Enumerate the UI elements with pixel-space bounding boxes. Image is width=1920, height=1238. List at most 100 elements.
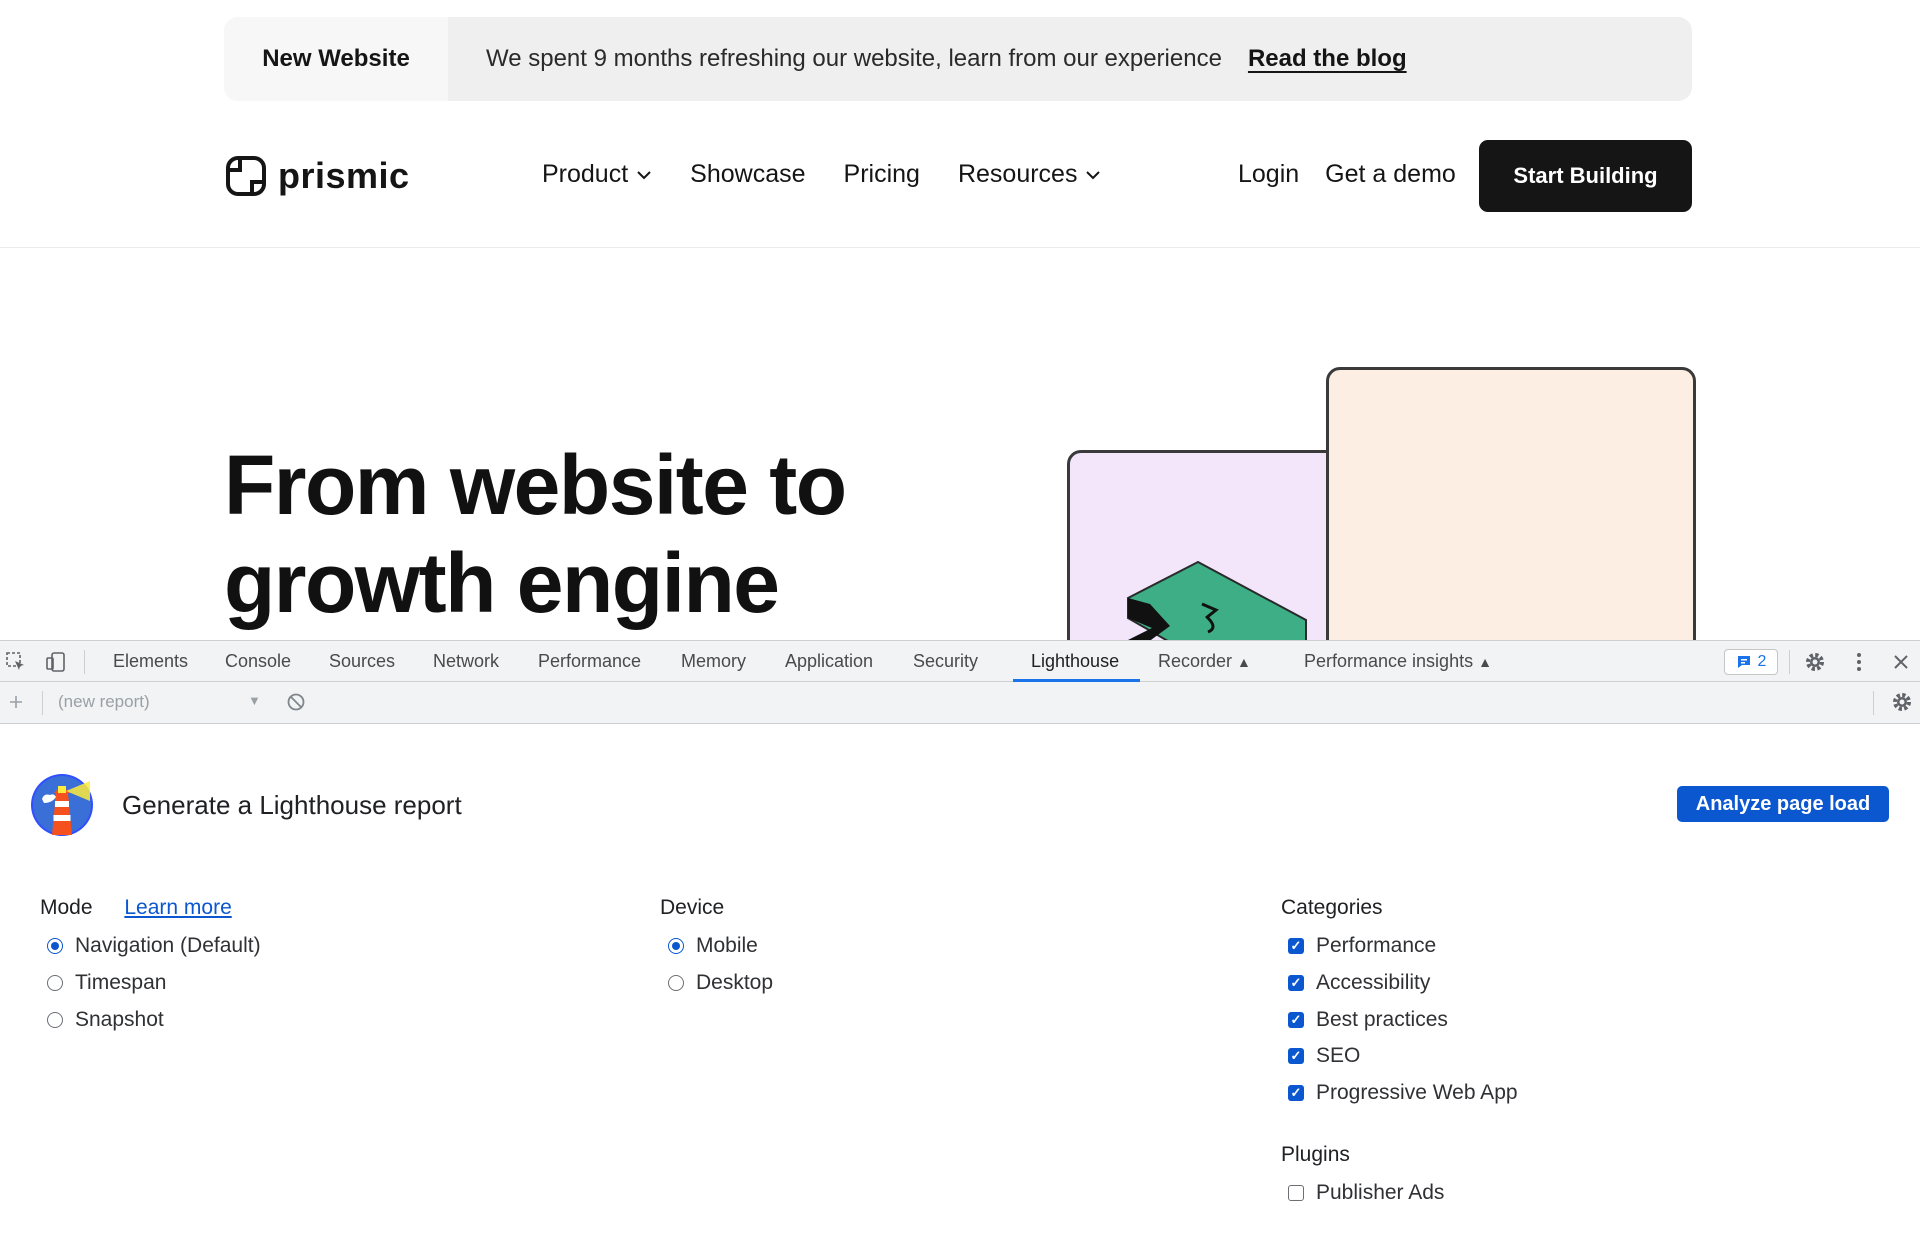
prismic-logo[interactable]: prismic [224, 154, 410, 198]
checkbox-unchecked[interactable] [1288, 1185, 1304, 1201]
hero-illustration-shape [1127, 560, 1307, 640]
mode-option-label: Snapshot [75, 1008, 164, 1031]
add-report-icon[interactable] [4, 690, 28, 714]
get-demo-link[interactable]: Get a demo [1325, 160, 1456, 189]
category-accessibility[interactable]: ✓ Accessibility [1288, 971, 1430, 995]
banner-message: We spent 9 months refreshing our website… [486, 45, 1222, 72]
lighthouse-title: Generate a Lighthouse report [122, 789, 462, 820]
analyze-page-load-button[interactable]: Analyze page load [1677, 786, 1889, 822]
tab-elements[interactable]: Elements [113, 641, 188, 681]
nav-product[interactable]: Product [542, 160, 652, 189]
category-seo[interactable]: ✓ SEO [1288, 1044, 1360, 1068]
checkbox-checked[interactable]: ✓ [1288, 975, 1304, 991]
mode-label-text: Mode [40, 896, 93, 919]
radio-unselected[interactable] [47, 1012, 63, 1028]
radio-unselected[interactable] [47, 975, 63, 991]
radio-selected[interactable] [47, 938, 63, 954]
nav-divider [0, 247, 1920, 248]
report-select[interactable]: (new report) [58, 692, 150, 712]
clear-reports-icon[interactable] [284, 690, 308, 714]
category-label: Progressive Web App [1316, 1081, 1518, 1104]
checkbox-checked[interactable]: ✓ [1288, 1085, 1304, 1101]
radio-selected[interactable] [668, 938, 684, 954]
start-building-button[interactable]: Start Building [1479, 140, 1692, 212]
tab-console[interactable]: Console [225, 641, 291, 681]
category-label: Best practices [1316, 1008, 1448, 1031]
logo-wordmark: prismic [278, 155, 410, 196]
categories-label: Categories [1281, 896, 1383, 919]
read-blog-link[interactable]: Read the blog [1248, 45, 1407, 73]
device-option-mobile[interactable]: Mobile [668, 934, 758, 958]
chevron-down-icon [637, 170, 651, 179]
lighthouse-header: Generate a Lighthouse report [30, 773, 462, 837]
nav-showcase[interactable]: Showcase [690, 160, 805, 189]
tab-recorder[interactable]: Recorder ▲ [1158, 641, 1251, 681]
tab-security[interactable]: Security [913, 641, 978, 681]
settings-gear-icon[interactable] [1803, 650, 1827, 674]
mode-option-snapshot[interactable]: Snapshot [47, 1008, 164, 1032]
lighthouse-settings-gear-icon[interactable] [1890, 690, 1914, 714]
inspect-element-icon[interactable] [4, 650, 28, 674]
hero-title-line-2: growth engine [224, 536, 780, 630]
mode-label: Mode Learn more [40, 896, 232, 920]
device-toolbar-icon[interactable] [44, 650, 68, 674]
nav-product-label: Product [542, 160, 629, 188]
login-link[interactable]: Login [1238, 160, 1299, 189]
hero-illustration-card-peach [1326, 367, 1696, 640]
plugin-label: Publisher Ads [1316, 1181, 1445, 1204]
nav-resources[interactable]: Resources [958, 160, 1102, 189]
tab-application[interactable]: Application [785, 641, 873, 681]
tab-recorder-label: Recorder [1158, 651, 1233, 671]
mode-option-label: Timespan [75, 971, 167, 994]
tab-memory[interactable]: Memory [681, 641, 746, 681]
nav-pricing[interactable]: Pricing [844, 160, 920, 189]
learn-more-link[interactable]: Learn more [124, 896, 231, 919]
tabbar-separator [1789, 650, 1790, 674]
prismic-logo-icon [226, 156, 266, 196]
checkbox-checked[interactable]: ✓ [1288, 1048, 1304, 1064]
category-label: Performance [1316, 934, 1437, 957]
lighthouse-toolbar: (new report) ▼ [0, 682, 1920, 724]
mode-option-timespan[interactable]: Timespan [47, 971, 166, 995]
radio-unselected[interactable] [668, 975, 684, 991]
experiment-flask-icon: ▲ [1237, 654, 1251, 670]
category-pwa[interactable]: ✓ Progressive Web App [1288, 1081, 1518, 1105]
website-viewport: New Website We spent 9 months refreshing… [0, 0, 1920, 640]
checkbox-checked[interactable]: ✓ [1288, 938, 1304, 954]
main-navigation: prismic Product Showcase Pricing Resourc… [0, 140, 1920, 248]
devtools-tabbar: Elements Console Sources Network Perform… [0, 640, 1920, 682]
tab-performance-insights[interactable]: Performance insights ▲ [1304, 641, 1492, 681]
checkbox-checked[interactable]: ✓ [1288, 1012, 1304, 1028]
plugins-label: Plugins [1281, 1143, 1350, 1166]
lighthouse-logo-icon [31, 774, 93, 836]
category-label: SEO [1316, 1044, 1361, 1067]
device-option-label: Desktop [696, 971, 774, 994]
category-label: Accessibility [1316, 971, 1431, 994]
banner-tag: New Website [224, 17, 448, 101]
toolbar-separator [1873, 691, 1874, 715]
tab-lighthouse[interactable]: Lighthouse [1031, 641, 1119, 681]
tab-sources[interactable]: Sources [329, 641, 395, 681]
device-option-label: Mobile [696, 934, 758, 957]
dropdown-caret-icon: ▼ [248, 693, 261, 708]
hero-title: From website to growth engine [224, 436, 847, 632]
tab-performance-insights-label: Performance insights [1304, 651, 1474, 671]
mode-option-label: Navigation (Default) [75, 934, 261, 957]
experiment-flask-icon: ▲ [1478, 654, 1492, 670]
mode-option-navigation[interactable]: Navigation (Default) [47, 934, 261, 958]
devtools-panel: Elements Console Sources Network Perform… [0, 640, 1920, 1238]
hero-title-line-1: From website to [224, 438, 847, 532]
tab-network[interactable]: Network [433, 641, 499, 681]
more-options-icon[interactable] [1847, 650, 1871, 674]
close-icon[interactable] [1889, 650, 1913, 674]
category-performance[interactable]: ✓ Performance [1288, 934, 1436, 958]
issues-count: 2 [1757, 653, 1767, 670]
plugin-publisher-ads[interactable]: Publisher Ads [1288, 1181, 1444, 1205]
toolbar-separator [42, 691, 43, 715]
nav-resources-label: Resources [957, 160, 1078, 188]
issues-badge[interactable]: 2 [1724, 649, 1778, 675]
category-best-practices[interactable]: ✓ Best practices [1288, 1008, 1448, 1032]
device-option-desktop[interactable]: Desktop [668, 971, 773, 995]
tabbar-separator [84, 650, 85, 674]
tab-performance[interactable]: Performance [538, 641, 641, 681]
